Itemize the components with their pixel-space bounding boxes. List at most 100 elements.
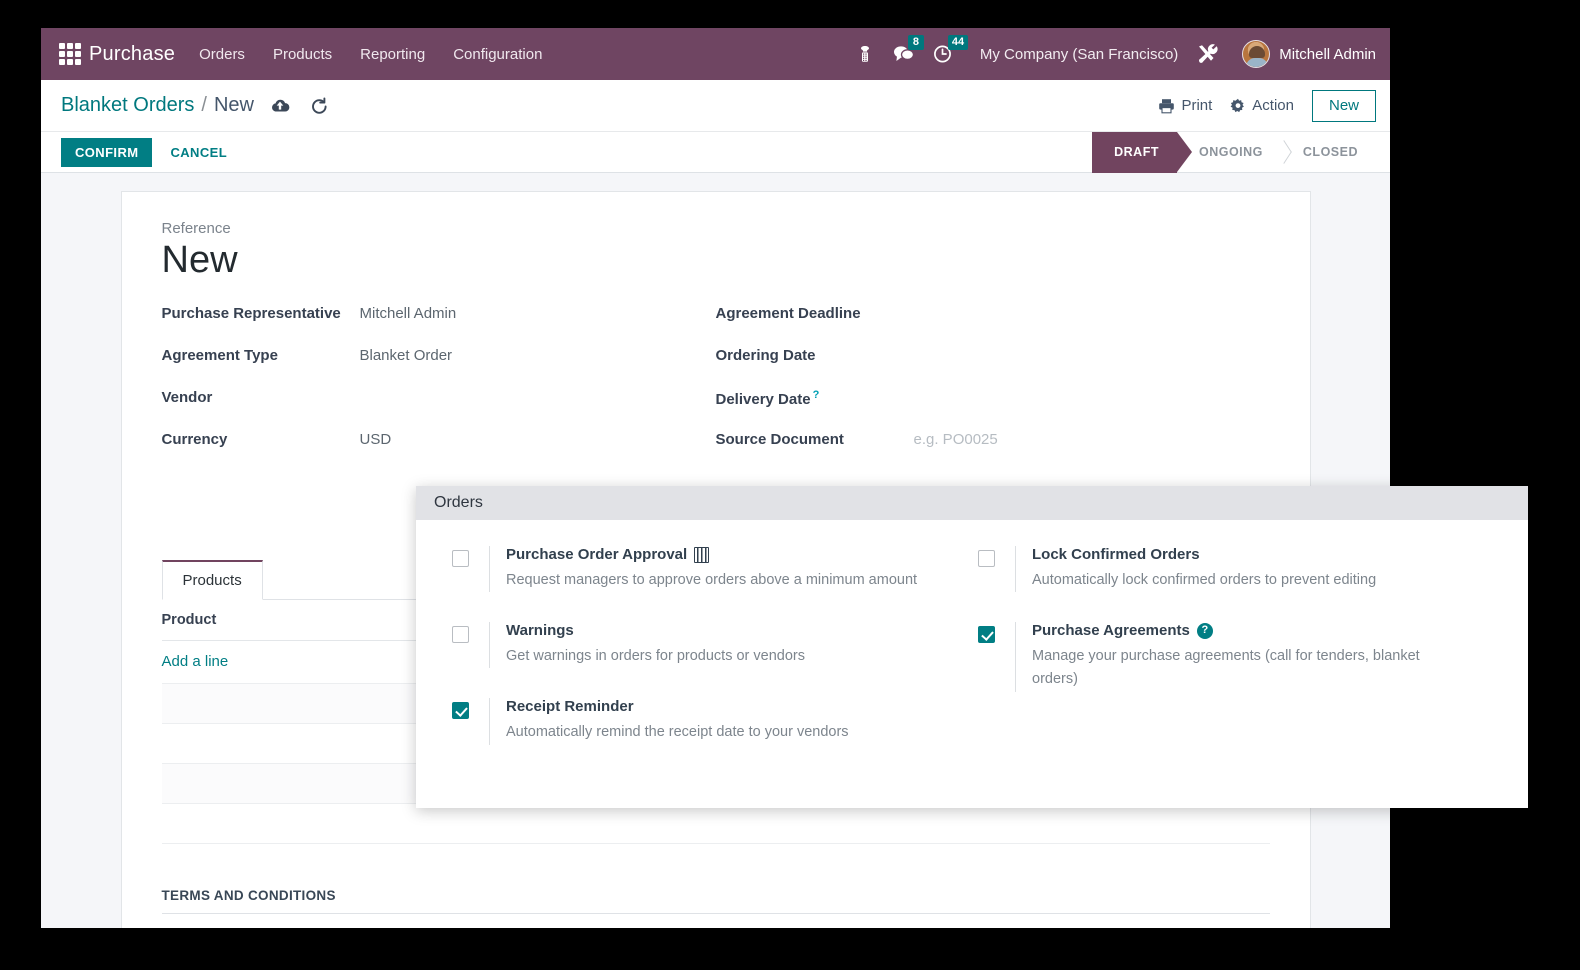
messages-icon[interactable]: 8 [893, 35, 924, 64]
company-selector[interactable]: My Company (San Francisco) [980, 46, 1178, 63]
field-source-document: Source Document e.g. PO0025 [716, 431, 1270, 473]
field-label: Delivery Date? [716, 389, 914, 408]
menu-reporting[interactable]: Reporting [360, 46, 425, 63]
setting-purchase-agreements: Purchase Agreements ? Manage your purcha… [978, 622, 1472, 692]
undo-icon[interactable] [310, 96, 329, 115]
setting-receipt-reminder: Receipt Reminder Automatically remind th… [452, 698, 946, 745]
field-label: Source Document [715, 430, 844, 448]
action-label: Action [1252, 97, 1294, 114]
avatar [1242, 40, 1271, 68]
breadcrumb-parent[interactable]: Blanket Orders [61, 94, 194, 117]
warnings-checkbox[interactable] [452, 626, 469, 644]
setting-warnings: Warnings Get warnings in orders for prod… [452, 622, 946, 669]
field-label: Agreement Type [161, 346, 278, 364]
status-ongoing[interactable]: ONGOING [1177, 132, 1281, 173]
setting-text: Purchase Order Approval Request managers… [489, 546, 918, 593]
help-icon[interactable]: ? [1196, 622, 1213, 639]
breadcrumb-current: New [213, 94, 254, 116]
setting-description: Automatically remind the receipt date to… [506, 724, 849, 741]
field-value[interactable]: USD [360, 431, 392, 448]
cancel-button[interactable]: CANCEL [170, 145, 227, 160]
purchase-agreements-checkbox[interactable] [978, 626, 995, 644]
navbar-right-group: 8 44 My Company (San Francisco) Mitchell… [837, 35, 1376, 68]
field-label: Ordering Date [715, 346, 816, 364]
terms-and-conditions-section: TERMS AND CONDITIONS [161, 888, 1270, 914]
print-button[interactable]: Print [1158, 97, 1212, 114]
lock-confirmed-orders-checkbox[interactable] [978, 550, 995, 567]
setting-label: Warnings [506, 622, 574, 640]
field-delivery-date: Delivery Date? [716, 389, 1270, 431]
purchase-order-approval-checkbox[interactable] [452, 550, 469, 567]
apps-grid-icon[interactable] [59, 43, 81, 65]
table-cell [161, 803, 422, 844]
activities-badge: 44 [947, 35, 969, 50]
field-value[interactable]: Blanket Order [360, 347, 453, 364]
app-brand-purchase[interactable]: Purchase [89, 43, 175, 66]
form-column-right: Agreement Deadline Ordering Date Deliver… [716, 305, 1270, 473]
field-label: Vendor [161, 388, 213, 406]
form-columns: Purchase Representative Mitchell Admin A… [162, 305, 1270, 473]
menu-orders[interactable]: Orders [199, 46, 245, 63]
field-purchase-representative: Purchase Representative Mitchell Admin [162, 305, 716, 347]
record-actions [270, 96, 329, 115]
setting-text: Warnings Get warnings in orders for prod… [489, 622, 805, 669]
setting-purchase-order-approval: Purchase Order Approval Request managers… [452, 546, 946, 593]
setting-label-text: Purchase Order Approval [506, 546, 688, 563]
setting-label: Purchase Agreements ? [1032, 622, 1213, 639]
control-panel-bottom: CONFIRM CANCEL DRAFT ONGOING CLOSED [41, 131, 1390, 173]
table-cell [161, 763, 422, 804]
table-cell [161, 683, 422, 724]
settings-column-right: Lock Confirmed Orders Automatically lock… [978, 546, 1504, 775]
print-label: Print [1181, 97, 1213, 114]
action-button[interactable]: Action [1230, 97, 1294, 114]
setting-description: Request managers to approve orders above… [506, 572, 918, 588]
setting-lock-confirmed-orders: Lock Confirmed Orders Automatically lock… [978, 546, 1472, 593]
table-cell [161, 723, 422, 764]
phone-icon[interactable] [855, 44, 875, 64]
add-a-line-button[interactable]: Add a line [162, 653, 229, 670]
status-bar: DRAFT ONGOING CLOSED [1092, 131, 1390, 173]
confirm-button[interactable]: CONFIRM [61, 137, 153, 167]
field-label-text: Delivery Date [715, 390, 811, 408]
menu-configuration[interactable]: Configuration [453, 46, 542, 63]
control-panel-top: Blanket Orders / New Print Action New [41, 80, 1390, 131]
field-label: Currency [161, 430, 228, 448]
field-value[interactable]: Mitchell Admin [360, 305, 457, 322]
clock-icon[interactable]: 44 [933, 35, 969, 64]
breadcrumb: Blanket Orders / New [61, 94, 254, 117]
orders-settings-dialog: Orders Purchase Order Approval Request m… [416, 486, 1528, 808]
user-menu[interactable]: Mitchell Admin [1242, 40, 1376, 68]
setting-text: Lock Confirmed Orders Automatically lock… [1015, 546, 1377, 593]
tab-products[interactable]: Products [161, 559, 263, 600]
setting-label: Purchase Order Approval [506, 546, 710, 563]
breadcrumb-separator: / [201, 94, 207, 116]
table-cell [421, 803, 1270, 844]
setting-label: Receipt Reminder [506, 698, 634, 716]
receipt-reminder-checkbox[interactable] [452, 702, 469, 720]
dialog-header: Orders [416, 486, 1528, 520]
top-navbar: Purchase Orders Products Reporting Confi… [41, 28, 1390, 80]
dialog-body: Purchase Order Approval Request managers… [416, 520, 1528, 775]
page-title: New [161, 239, 238, 281]
setting-text: Receipt Reminder Automatically remind th… [489, 698, 849, 745]
field-vendor: Vendor [162, 389, 716, 431]
setting-description: Manage your purchase agreements (call fo… [1032, 648, 1420, 688]
tools-icon[interactable] [1196, 43, 1220, 65]
column-product: Product [161, 599, 422, 641]
tooltip-icon[interactable]: ? [813, 389, 820, 401]
form-column-left: Purchase Representative Mitchell Admin A… [162, 305, 716, 473]
field-placeholder[interactable]: e.g. PO0025 [914, 431, 998, 448]
new-button[interactable]: New [1311, 89, 1376, 122]
setting-description: Automatically lock confirmed orders to p… [1032, 572, 1377, 588]
control-panel-right: Print Action New [1158, 89, 1376, 122]
status-draft[interactable]: DRAFT [1092, 131, 1192, 173]
menu-products[interactable]: Products [273, 46, 332, 63]
field-label: Purchase Representative [161, 304, 341, 322]
field-currency: Currency USD [162, 431, 716, 473]
status-closed[interactable]: CLOSED [1281, 132, 1376, 173]
user-name: Mitchell Admin [1279, 45, 1376, 63]
field-agreement-deadline: Agreement Deadline [716, 305, 1270, 347]
cloud-upload-icon[interactable] [270, 97, 290, 114]
screen-root: Purchase Orders Products Reporting Confi… [0, 0, 1580, 970]
reference-label: Reference [161, 220, 231, 237]
